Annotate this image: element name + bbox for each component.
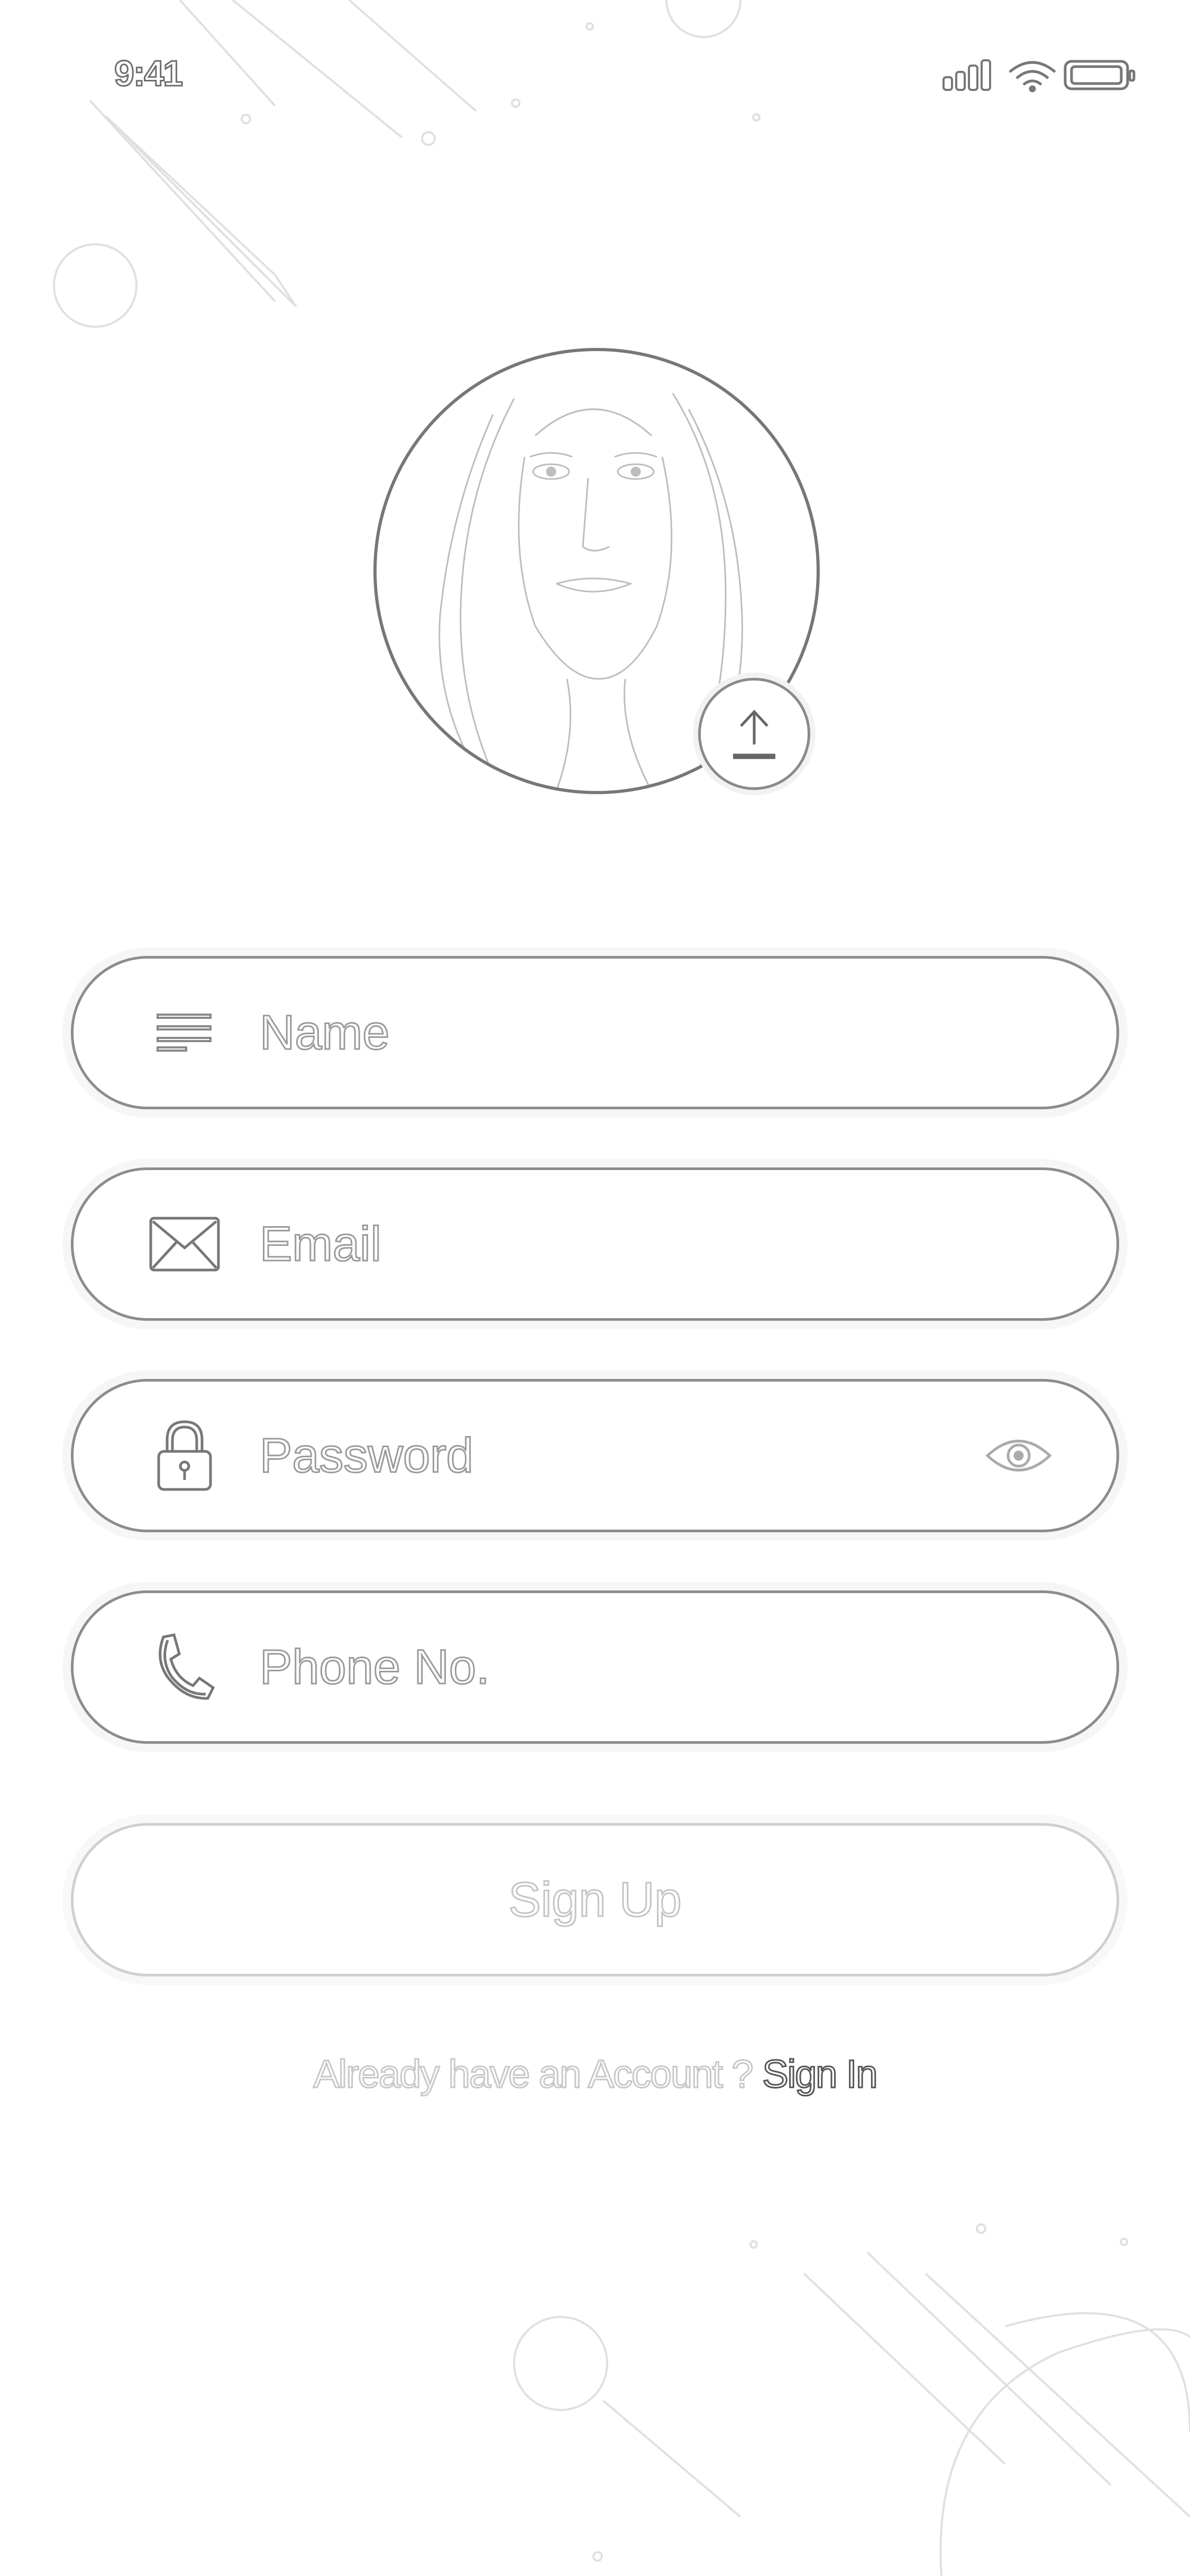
wifi-icon (1009, 61, 1056, 93)
phone-icon (142, 1625, 227, 1709)
signin-prompt-text: Already have an Account ? (313, 2051, 763, 2097)
password-input[interactable] (259, 1418, 1001, 1493)
phone-field[interactable] (71, 1590, 1119, 1744)
envelope-icon (142, 1202, 227, 1286)
name-input[interactable] (259, 995, 1001, 1070)
password-field[interactable] (71, 1379, 1119, 1532)
email-field[interactable] (71, 1167, 1119, 1321)
email-input[interactable] (259, 1207, 1001, 1282)
status-icons (942, 59, 1136, 93)
battery-icon (1064, 60, 1136, 90)
status-time: 9:41 (113, 53, 184, 95)
lines-icon (142, 990, 227, 1075)
signin-prompt: Already have an Account ? Sign In (0, 2051, 1190, 2097)
signal-icon (942, 59, 991, 91)
upload-icon (733, 710, 775, 759)
upload-photo-button[interactable] (698, 678, 810, 790)
eye-icon[interactable] (984, 1432, 1053, 1479)
signin-link[interactable]: Sign In (762, 2051, 878, 2097)
name-field[interactable] (71, 956, 1119, 1109)
phone-input[interactable] (259, 1630, 1001, 1705)
avatar-container (373, 348, 820, 794)
lock-icon (142, 1413, 227, 1498)
signup-button[interactable]: Sign Up (71, 1823, 1119, 1976)
